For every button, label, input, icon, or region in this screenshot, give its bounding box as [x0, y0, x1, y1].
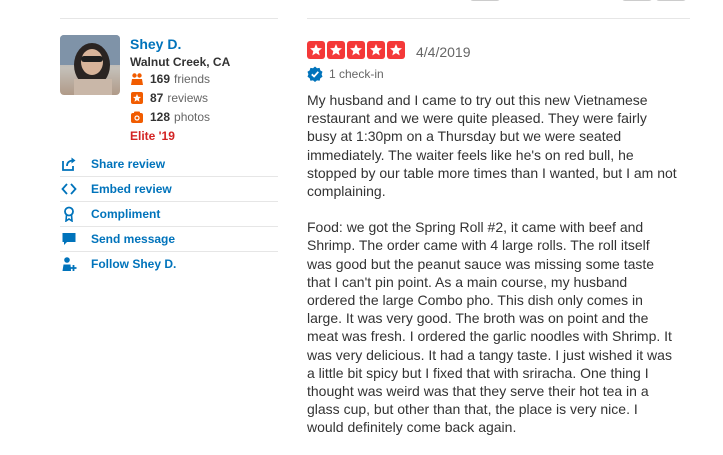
- review-text: My husband and I came to try out this ne…: [307, 91, 677, 455]
- friends-count: 169 friends: [130, 72, 210, 86]
- reviews-number: 87: [150, 91, 164, 105]
- share-review-link[interactable]: Share review: [60, 152, 278, 177]
- camera-icon: [130, 110, 144, 124]
- embed-review-label: Embed review: [91, 182, 172, 196]
- top-divider-left: [60, 0, 278, 19]
- checkin-info: 1 check-in: [307, 66, 384, 82]
- share-review-label: Share review: [91, 157, 166, 171]
- send-message-label: Send message: [91, 232, 176, 246]
- avatar[interactable]: [60, 35, 120, 95]
- embed-review-link[interactable]: Embed review: [60, 177, 278, 202]
- review-paragraph: Food: we got the Spring Roll #2, it came…: [307, 219, 672, 436]
- top-button-edge[interactable]: [470, 0, 500, 1]
- star-rating: [307, 41, 405, 59]
- message-icon: [60, 230, 78, 248]
- follow-user-label: Follow Shey D.: [91, 257, 177, 271]
- share-icon: [60, 155, 78, 173]
- friends-icon: [130, 72, 144, 86]
- send-message-link[interactable]: Send message: [60, 227, 278, 252]
- top-button-edge[interactable]: [656, 0, 686, 1]
- star-icon: [327, 41, 345, 59]
- top-divider-right: [307, 0, 690, 19]
- user-name[interactable]: Shey D.: [130, 36, 181, 52]
- star-icon: [367, 41, 385, 59]
- star-icon: [347, 41, 365, 59]
- friends-label: friends: [174, 72, 211, 86]
- checkin-label: 1 check-in: [329, 67, 384, 81]
- photos-count: 128 photos: [130, 110, 210, 124]
- embed-icon: [60, 180, 78, 198]
- top-button-edge[interactable]: [622, 0, 652, 1]
- reviews-label: reviews: [167, 91, 209, 105]
- award-icon: [60, 205, 78, 223]
- follow-icon: [60, 255, 78, 273]
- compliment-label: Compliment: [91, 207, 161, 221]
- star-icon: [307, 41, 325, 59]
- compliment-link[interactable]: Compliment: [60, 202, 278, 227]
- user-location: Walnut Creek, CA: [130, 55, 231, 69]
- friends-number: 169: [150, 72, 171, 86]
- star-icon: [387, 41, 405, 59]
- photos-number: 128: [150, 110, 171, 124]
- reviews-count: 87 reviews: [130, 91, 208, 105]
- review-star-icon: [130, 91, 144, 105]
- review-date: 4/4/2019: [416, 44, 471, 60]
- elite-badge[interactable]: Elite '19: [130, 129, 175, 143]
- follow-user-link[interactable]: Follow Shey D.: [60, 252, 278, 276]
- review-paragraph: My husband and I came to try out this ne…: [307, 92, 677, 200]
- checkin-badge-icon: [307, 66, 323, 82]
- photos-label: photos: [174, 110, 211, 124]
